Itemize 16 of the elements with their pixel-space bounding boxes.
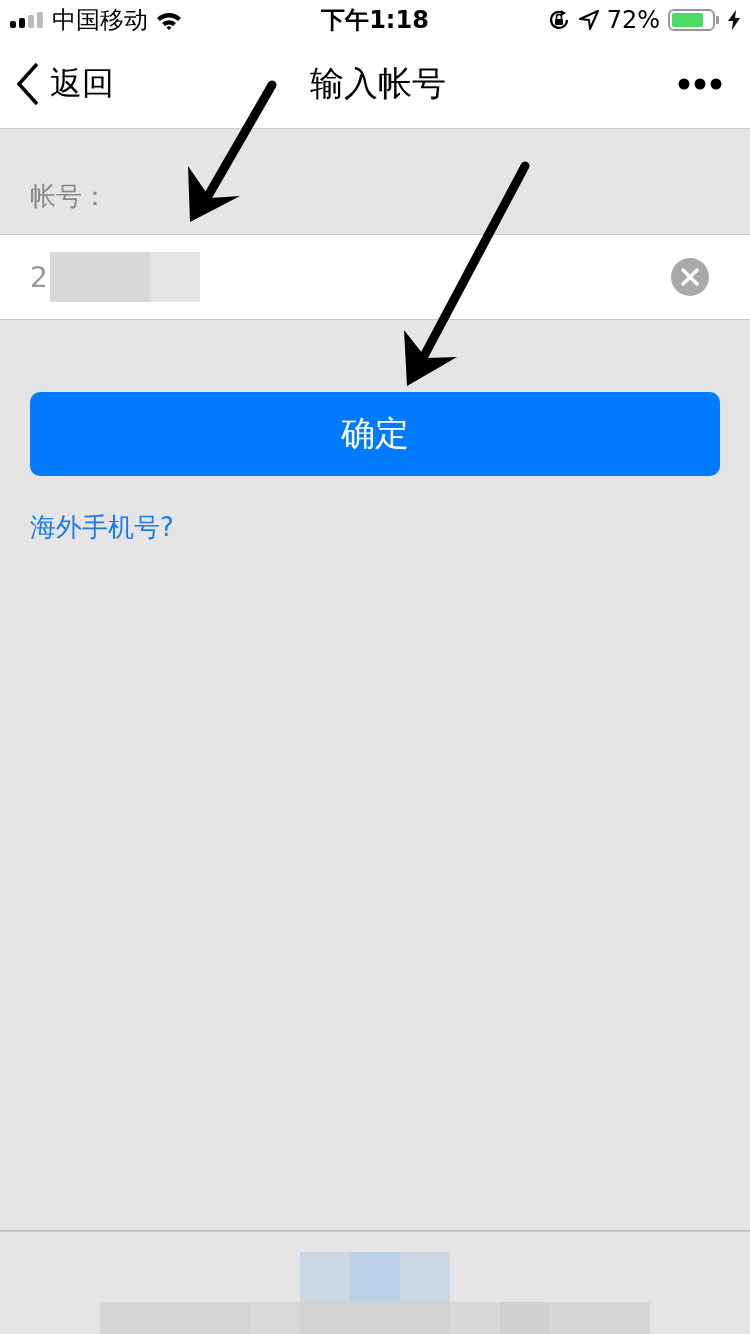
chevron-left-icon <box>16 62 40 106</box>
battery-percent: 72% <box>606 6 660 34</box>
more-icon[interactable] <box>678 78 722 90</box>
account-input-field[interactable]: 2 <box>0 234 750 320</box>
confirm-button[interactable]: 确定 <box>30 392 720 476</box>
carrier-name: 中国移动 <box>52 5 148 36</box>
account-label: 帐号： <box>30 180 108 213</box>
back-button[interactable]: 返回 <box>16 62 196 106</box>
page-title: 输入帐号 <box>310 62 446 105</box>
status-time: 下午1:18 <box>321 5 429 36</box>
wifi-icon <box>156 10 182 30</box>
charging-bolt-icon <box>728 10 740 30</box>
overseas-phone-link[interactable]: 海外手机号? <box>30 510 174 545</box>
signal-icon <box>10 12 44 28</box>
battery-icon <box>668 9 720 31</box>
location-arrow-icon <box>578 10 599 30</box>
